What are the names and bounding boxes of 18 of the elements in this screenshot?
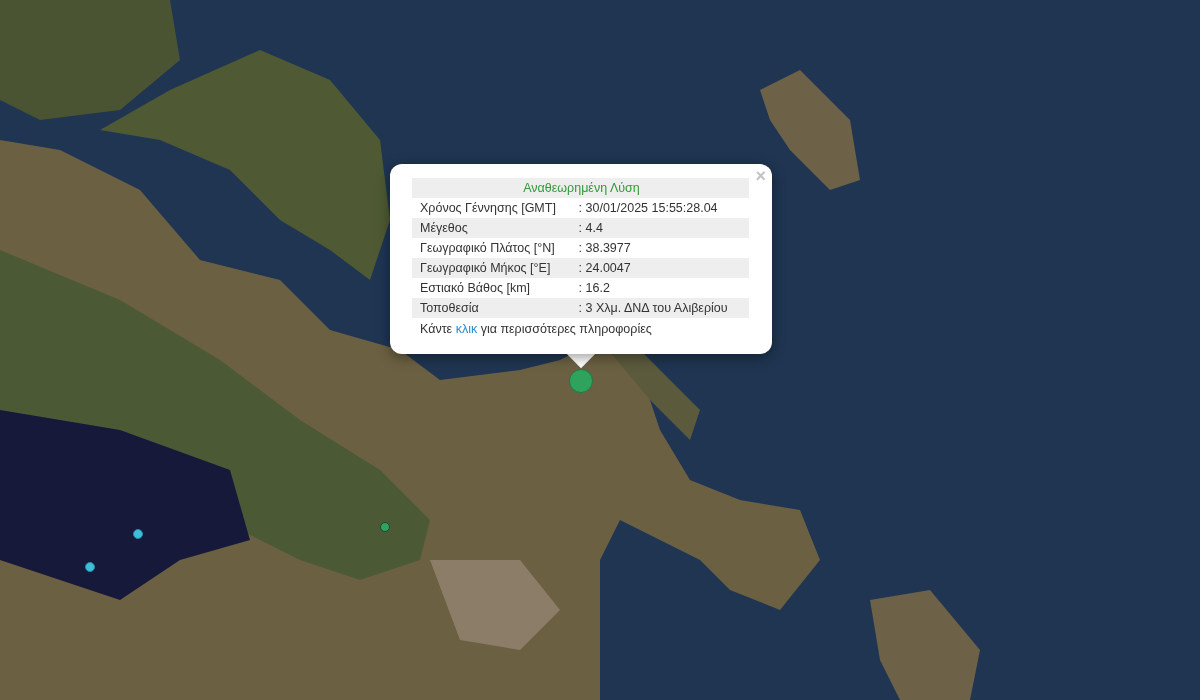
click-link[interactable]: κλικ xyxy=(455,322,478,336)
field-value: : 3 Χλμ. ΔΝΔ του Αλιβερίου xyxy=(576,298,749,318)
field-label: Χρόνος Γέννησης [GMT] xyxy=(412,198,577,218)
popup-title: Αναθεωρημένη Λύση xyxy=(412,178,749,198)
field-value: : 16.2 xyxy=(576,278,749,298)
field-value: : 38.3977 xyxy=(576,238,749,258)
field-value: : 4.4 xyxy=(576,218,749,238)
field-label: Γεωγραφικό Πλάτος [°N] xyxy=(412,238,577,258)
field-value: : 30/01/2025 15:55:28.04 xyxy=(576,198,749,218)
field-label: Εστιακό Βάθος [km] xyxy=(412,278,577,298)
earthquake-marker[interactable] xyxy=(380,522,390,532)
more-info-text: Κάντε κλικ για περισσότερες πληροφορίες xyxy=(419,321,653,336)
field-value: : 24.0047 xyxy=(576,258,749,278)
field-label: Μέγεθος xyxy=(412,218,577,238)
earthquake-marker[interactable] xyxy=(133,529,143,539)
earthquake-marker[interactable] xyxy=(85,562,95,572)
field-label: Γεωγραφικό Μήκος [°E] xyxy=(412,258,577,278)
field-label: Τοποθεσία xyxy=(412,298,577,318)
